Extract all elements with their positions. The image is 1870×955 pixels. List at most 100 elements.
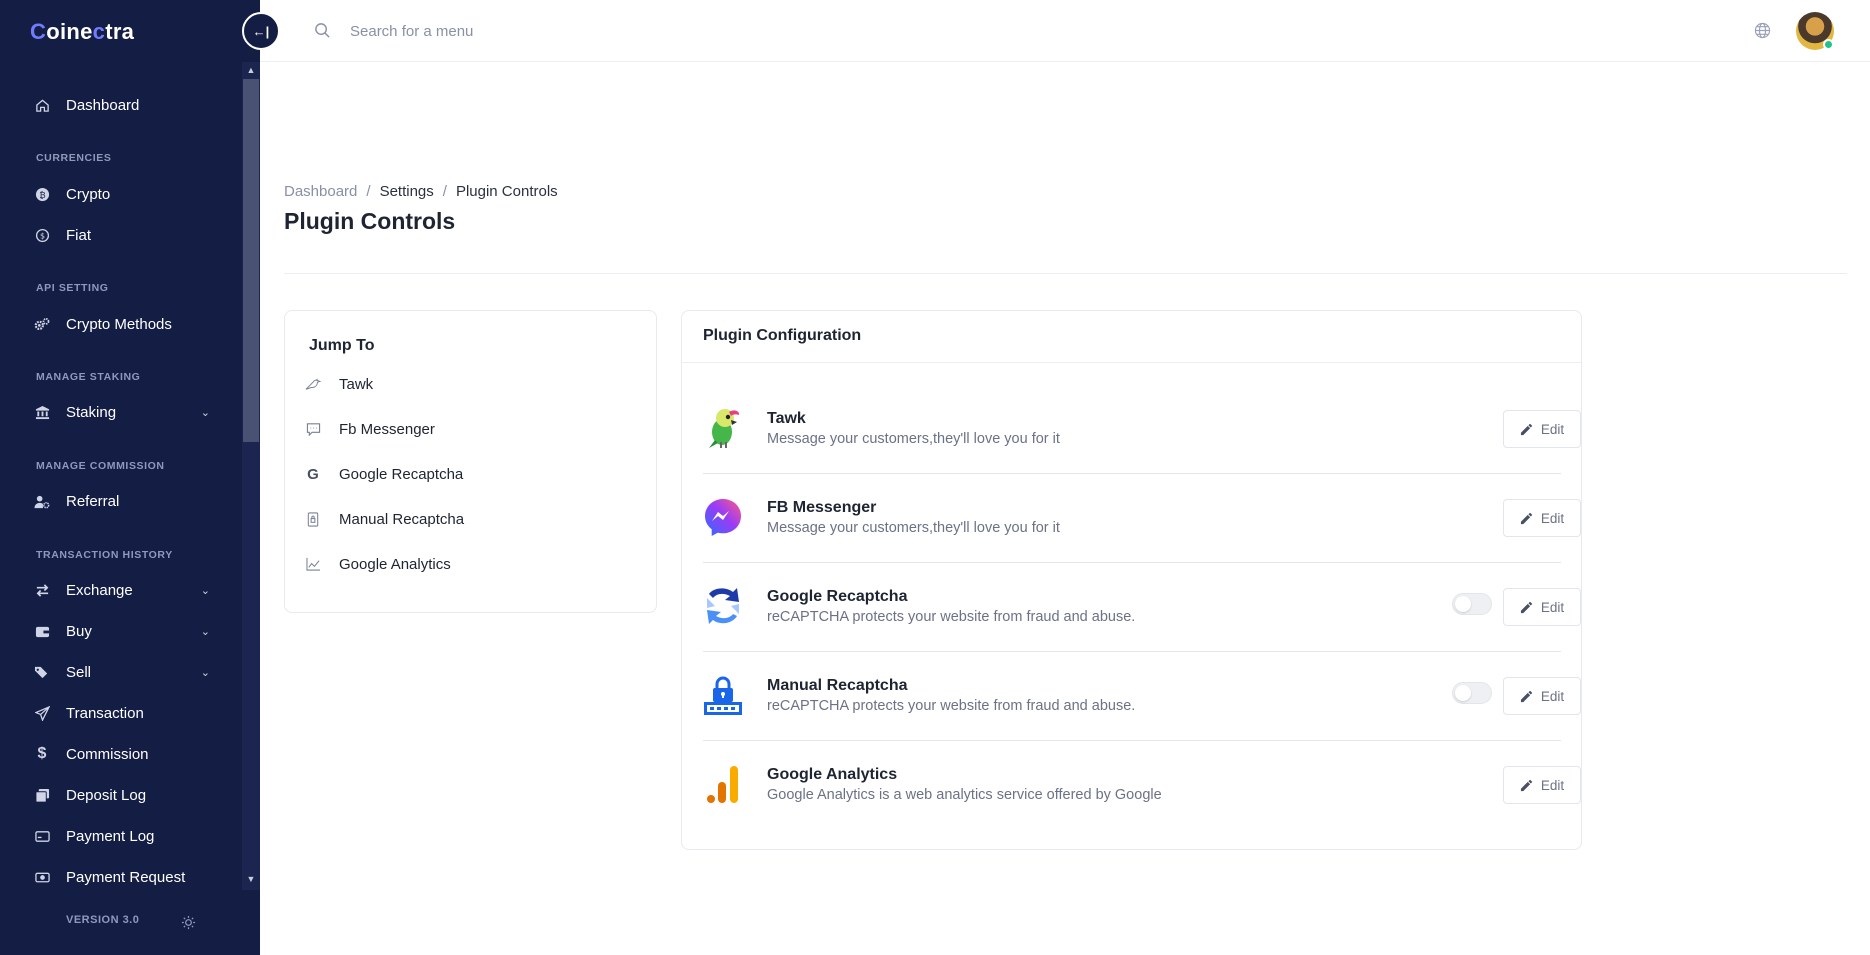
svg-text:$: $: [39, 231, 44, 240]
sidebar-item-exchange[interactable]: Exchange ⌄: [34, 575, 210, 605]
jump-item-label: Google Recaptcha: [339, 465, 464, 483]
document-lock-icon: [305, 511, 321, 527]
manual-recaptcha-toggle[interactable]: [1452, 682, 1492, 704]
sidebar-nav: Dashboard CURRENCIES ₿ Crypto $ Fiat API…: [0, 62, 242, 890]
app-logo[interactable]: Coine c tra: [30, 18, 134, 46]
jump-item-manual-recaptcha[interactable]: Manual Recaptcha: [305, 507, 464, 531]
sidebar-item-staking[interactable]: Staking ⌄: [34, 397, 210, 427]
section-heading-transaction-history: TRANSACTION HISTORY: [36, 549, 173, 561]
recaptcha-icon: [703, 584, 743, 628]
sidebar-item-label: Buy: [66, 622, 92, 640]
jump-item-google-analytics[interactable]: Google Analytics: [305, 552, 451, 576]
sidebar-item-label: Exchange: [66, 581, 133, 599]
tags-icon: [34, 664, 50, 680]
sidebar-item-label: Crypto: [66, 185, 111, 203]
user-gear-icon: [34, 493, 50, 509]
sidebar: Coine c tra Dashboard CURRENCIES ₿ Crypto …: [0, 0, 260, 955]
breadcrumb-current: Plugin Controls: [455, 183, 558, 200]
jump-item-label: Google Analytics: [339, 555, 451, 573]
jump-item-tawk[interactable]: Tawk: [305, 372, 373, 396]
google-analytics-icon: [703, 762, 743, 806]
jump-item-google-recaptcha[interactable]: G Google Recaptcha: [305, 462, 463, 486]
sidebar-item-sell[interactable]: Sell ⌄: [34, 657, 210, 687]
sidebar-item-label: Transaction: [66, 704, 144, 722]
jump-item-fb-messenger[interactable]: Fb Messenger: [305, 417, 435, 441]
scroll-up-arrow-icon[interactable]: ▲: [244, 63, 258, 77]
sidebar-item-label: Dashboard: [66, 96, 140, 114]
sidebar-item-label: Referral: [66, 492, 120, 510]
pencil-icon: [1520, 779, 1533, 792]
dollar-coin-icon: $: [34, 227, 50, 243]
sidebar-item-deposit-log[interactable]: Deposit Log: [34, 780, 210, 810]
sidebar-item-label: Fiat: [66, 226, 92, 244]
sidebar-item-crypto[interactable]: ₿ Crypto: [34, 179, 210, 209]
sidebar-item-label: Staking: [66, 403, 117, 421]
sidebar-item-label: Payment Log: [66, 827, 155, 845]
svg-text:₿: ₿: [39, 189, 45, 199]
scroll-down-arrow-icon[interactable]: ▼: [244, 872, 258, 886]
sun-icon[interactable]: [180, 914, 196, 930]
line-chart-icon: [305, 556, 321, 572]
plugin-description: Message your customers,they'll love you …: [767, 520, 1060, 536]
chat-bubble-icon: [305, 421, 321, 437]
sidebar-item-transaction[interactable]: Transaction: [34, 698, 210, 728]
money-bill-icon: [34, 869, 50, 885]
sidebar-item-referral[interactable]: Referral: [34, 486, 210, 516]
pencil-icon: [1520, 423, 1533, 436]
chevron-down-icon: ⌄: [200, 666, 210, 679]
online-status-dot: [1823, 39, 1834, 50]
globe-icon[interactable]: [1754, 22, 1772, 40]
sidebar-collapse-button[interactable]: ←|: [242, 12, 280, 50]
sidebar-item-label: Crypto Methods: [66, 315, 172, 333]
gears-icon: [34, 316, 50, 332]
edit-manual-recaptcha-button[interactable]: Edit: [1503, 677, 1581, 715]
plugin-row-google-recaptcha: Google Recaptcha reCAPTCHA protects your…: [703, 563, 1581, 652]
wallet-icon: [34, 623, 50, 639]
app-version: VERSION 3.0: [66, 914, 140, 926]
edit-label: Edit: [1540, 777, 1565, 793]
sidebar-item-crypto-methods[interactable]: Crypto Methods: [34, 309, 210, 339]
header-divider: [284, 273, 1847, 274]
search-input[interactable]: [350, 18, 750, 44]
section-heading-currencies: CURRENCIES: [36, 152, 112, 164]
google-recaptcha-toggle[interactable]: [1452, 593, 1492, 615]
edit-fb-messenger-button[interactable]: Edit: [1503, 499, 1581, 537]
sidebar-scrollbar-thumb[interactable]: [243, 79, 259, 442]
edit-tawk-button[interactable]: Edit: [1503, 410, 1581, 448]
plugin-name: Manual Recaptcha: [767, 677, 908, 694]
plugin-name: Google Recaptcha: [767, 588, 908, 605]
sidebar-item-label: Payment Request: [66, 868, 186, 886]
jump-item-label: Fb Messenger: [339, 420, 435, 438]
messenger-icon: [703, 495, 743, 539]
password-lock-icon: [703, 673, 743, 717]
chevron-down-icon: ⌄: [200, 625, 210, 638]
search-icon: [314, 22, 332, 40]
edit-google-recaptcha-button[interactable]: Edit: [1503, 588, 1581, 626]
pencil-icon: [1520, 512, 1533, 525]
breadcrumb-settings-link[interactable]: Settings: [380, 183, 434, 200]
sidebar-item-dashboard[interactable]: Dashboard: [34, 90, 210, 120]
breadcrumb: Dashboard / Settings / Plugin Controls: [284, 183, 558, 200]
bitcoin-icon: ₿: [34, 186, 50, 202]
sidebar-item-fiat[interactable]: $ Fiat: [34, 220, 210, 250]
plugin-row-manual-recaptcha: Manual Recaptcha reCAPTCHA protects your…: [703, 652, 1581, 741]
logo-text-end: tra: [105, 19, 135, 44]
plugin-row-tawk: Tawk Message your customers,they'll love…: [703, 385, 1581, 474]
breadcrumb-dashboard-link[interactable]: Dashboard: [284, 183, 357, 200]
credit-card-icon: [34, 828, 50, 844]
sidebar-item-payment-log[interactable]: Payment Log: [34, 821, 210, 851]
plugin-description: Message your customers,they'll love you …: [767, 431, 1060, 447]
edit-label: Edit: [1540, 421, 1565, 437]
edit-google-analytics-button[interactable]: Edit: [1503, 766, 1581, 804]
collapse-arrow-icon: ←|: [252, 23, 270, 39]
edit-label: Edit: [1540, 510, 1565, 526]
breadcrumb-separator: /: [442, 183, 447, 200]
section-heading-api-setting: API SETTING: [36, 282, 109, 294]
logo-letter-c: C: [30, 19, 47, 44]
bank-icon: [34, 404, 50, 420]
top-bar: [260, 0, 1870, 62]
sidebar-item-buy[interactable]: Buy ⌄: [34, 616, 210, 646]
sidebar-item-commission[interactable]: $ Commission: [34, 739, 210, 769]
jump-to-card: Jump To Tawk Fb Messenger G Google Recap…: [284, 310, 657, 613]
sidebar-item-payment-request[interactable]: Payment Request: [34, 862, 210, 890]
